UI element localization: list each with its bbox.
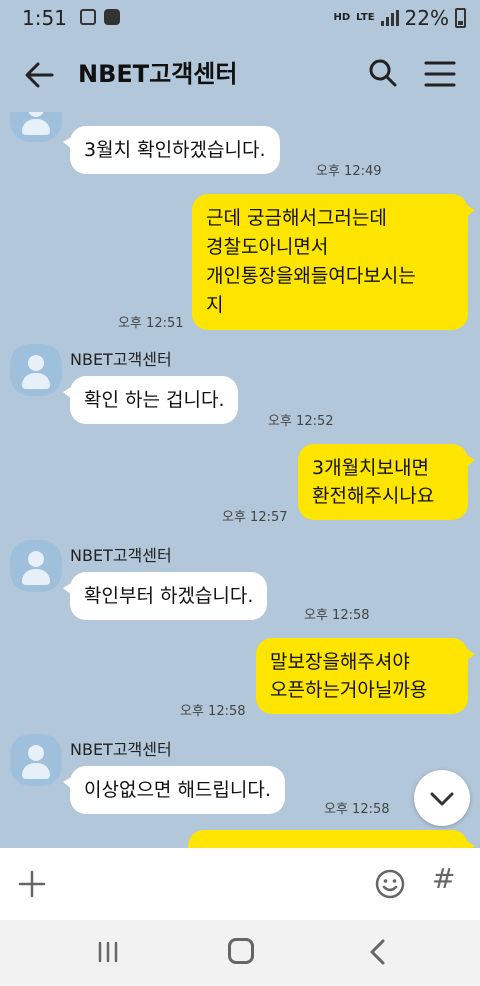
message-line: 경찰도아니면서 <box>206 236 329 258</box>
scroll-to-bottom-button[interactable] <box>414 770 470 826</box>
avatar[interactable] <box>10 734 62 786</box>
sender-name: NBET고객센터 <box>70 350 172 369</box>
hd-voice-indicator: HD <box>334 13 351 23</box>
chevron-down-icon <box>430 792 454 806</box>
signal-icon <box>380 10 399 26</box>
message-timestamp: 오후 12:52 <box>268 414 334 429</box>
chat-header: NBET고객센터 <box>0 36 480 112</box>
message-line: 3개월치보내면 <box>312 457 429 479</box>
outgoing-message[interactable]: 근데 궁금해서그러는데 경찰도아니면서 개인통장을왜들여다보시는 지 <box>192 194 475 330</box>
avatar[interactable] <box>10 540 62 592</box>
app-notification-icon <box>104 9 120 25</box>
nav-recent-apps-icon[interactable] <box>96 940 120 964</box>
nav-back-icon[interactable] <box>366 938 390 966</box>
status-right: HD LTE 22% <box>334 6 466 30</box>
lte-indicator: LTE <box>356 13 374 23</box>
message-timestamp: 오후 12:58 <box>304 608 370 623</box>
sender-name: NBET고객센터 <box>70 546 172 565</box>
message-line: 개인통장을왜들여다보시는 <box>206 265 416 287</box>
sender-name: NBET고객센터 <box>70 740 172 759</box>
search-icon[interactable] <box>368 58 398 88</box>
status-time: 1:51 <box>22 6 67 30</box>
outgoing-message-partial[interactable] <box>188 830 475 848</box>
chat-title: NBET고객센터 <box>78 60 238 88</box>
outgoing-message[interactable]: 말보장을해주셔야 오픈하는거아닐까용 <box>256 638 475 714</box>
message-timestamp: 오후 12:57 <box>222 510 288 525</box>
message-timestamp: 오후 12:49 <box>316 164 382 179</box>
battery-icon <box>455 8 466 28</box>
message-line: 환전해주시나요 <box>312 485 435 507</box>
message-input-bar[interactable]: # <box>0 848 480 920</box>
back-arrow-icon[interactable] <box>22 58 56 92</box>
nav-home-icon[interactable] <box>228 938 254 964</box>
message-line: 오픈하는거아닐까용 <box>270 679 428 701</box>
hd-label: HD <box>333 12 351 23</box>
message-line: 근데 궁금해서그러는데 <box>206 207 387 229</box>
battery-percent: 22% <box>404 6 449 30</box>
system-nav-bar <box>0 920 480 986</box>
incoming-message[interactable]: 확인 하는 겁니다. <box>62 376 239 424</box>
incoming-message[interactable]: 확인부터 하겠습니다. <box>62 572 268 620</box>
hash-icon[interactable]: # <box>432 862 455 895</box>
avatar[interactable] <box>10 344 62 396</box>
gallery-notification-icon <box>80 9 96 25</box>
message-text: 3월치 확인하겠습니다. <box>84 139 266 161</box>
message-line: 말보장을해주셔야 <box>270 651 410 673</box>
lte-label: LTE <box>356 12 375 23</box>
emoji-icon[interactable] <box>374 868 406 900</box>
message-text: 확인 하는 겁니다. <box>84 389 225 411</box>
message-line: 지 <box>206 294 224 316</box>
hamburger-menu-icon[interactable] <box>424 60 456 88</box>
avatar[interactable] <box>10 112 62 142</box>
message-text: 확인부터 하겠습니다. <box>84 585 254 607</box>
message-timestamp: 오후 12:51 <box>118 316 184 331</box>
incoming-message[interactable]: 3월치 확인하겠습니다. <box>63 126 280 174</box>
message-timestamp: 오후 12:58 <box>324 802 390 817</box>
message-text: 이상없으면 해드립니다. <box>84 779 271 801</box>
outgoing-message[interactable]: 3개월치보내면 환전해주시나요 <box>298 444 475 520</box>
status-bar: 1:51 HD LTE 22% <box>0 0 480 36</box>
plus-icon[interactable] <box>18 870 46 898</box>
chat-area[interactable]: 3월치 확인하겠습니다. 오후 12:49 근데 궁금해서그러는데 경찰도아니면… <box>0 112 480 848</box>
incoming-message[interactable]: 이상없으면 해드립니다. <box>63 766 285 814</box>
message-timestamp: 오후 12:58 <box>180 704 246 719</box>
